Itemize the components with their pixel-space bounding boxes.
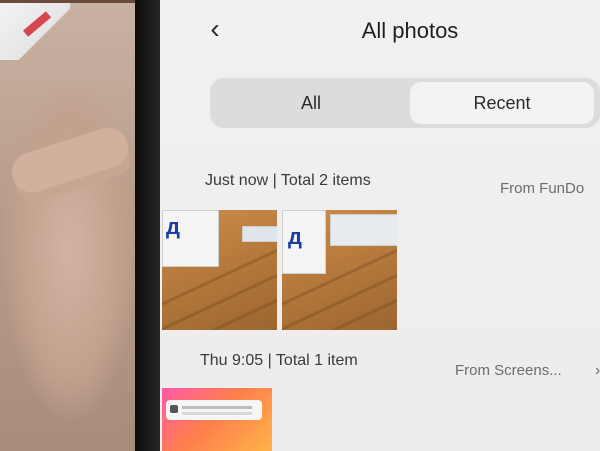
- notification-preview: [166, 400, 262, 420]
- chevron-left-icon: ‹: [210, 13, 220, 44]
- group-header-thu: Thu 9:05 | Total 1 item: [200, 352, 358, 369]
- group-source-fundo[interactable]: From FunDo: [500, 180, 584, 197]
- back-button[interactable]: ‹: [200, 14, 230, 44]
- photo-thumbnail[interactable]: д: [162, 210, 277, 330]
- phone-screen: ‹ All photos All Recent Just now | Total…: [160, 0, 600, 451]
- chevron-right-icon: ›: [595, 362, 600, 379]
- segmented-control: All Recent: [210, 78, 600, 128]
- paper-corner: [0, 0, 70, 60]
- group-source-screenshots[interactable]: From Screens...: [455, 362, 562, 379]
- screenshot-thumbnail[interactable]: [162, 388, 272, 451]
- tab-recent[interactable]: Recent: [410, 82, 594, 124]
- finger: [6, 122, 134, 198]
- photo-thumbnail[interactable]: д: [282, 210, 397, 330]
- tab-all[interactable]: All: [216, 82, 406, 124]
- page-title: All photos: [361, 18, 459, 43]
- group-header-just-now: Just now | Total 2 items: [205, 172, 371, 189]
- phone-bezel: [135, 0, 163, 451]
